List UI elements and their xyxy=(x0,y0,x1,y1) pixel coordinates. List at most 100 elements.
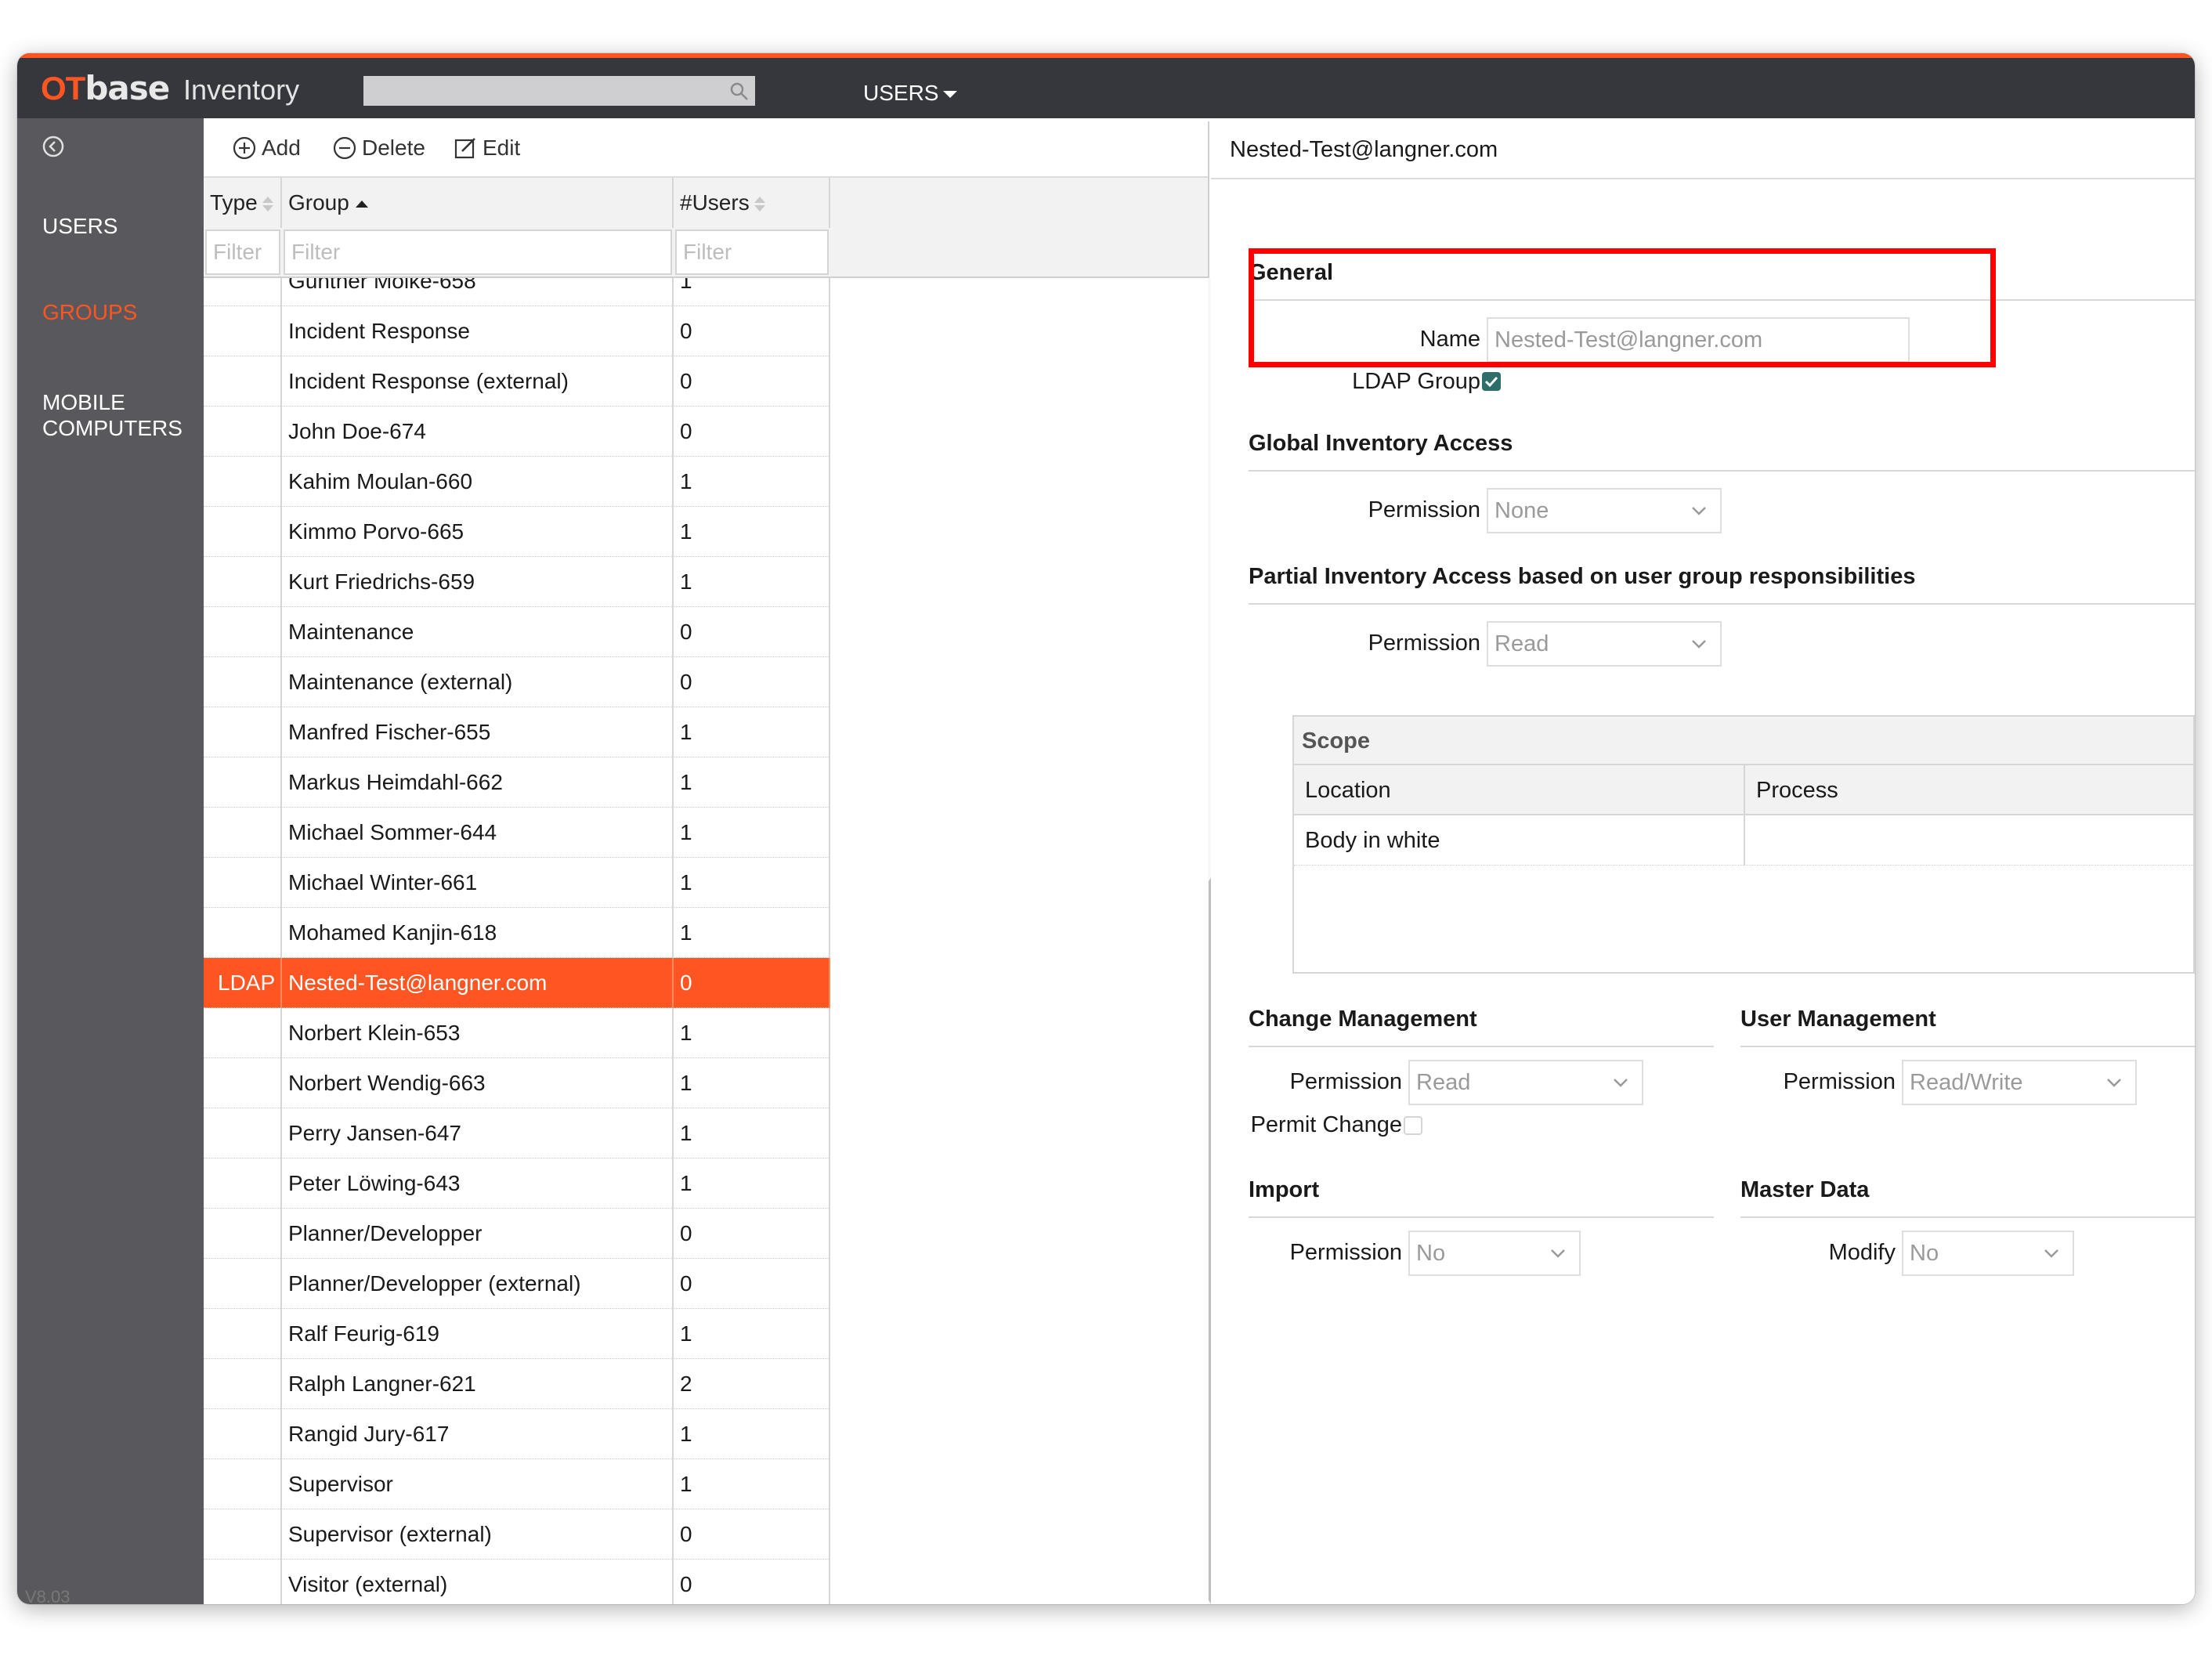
column-header-group[interactable]: Group xyxy=(282,178,674,228)
section-master-data: Master Data xyxy=(1740,1177,1870,1202)
table-row[interactable]: Perry Jansen-647 1 xyxy=(204,1108,830,1158)
table-row[interactable]: Peter Löwing-643 1 xyxy=(204,1158,830,1209)
user-mgmt-permission-label: Permission xyxy=(1783,1069,1896,1094)
chevron-down-icon xyxy=(2107,1079,2121,1087)
master-data-modify-label: Modify xyxy=(1828,1240,1896,1265)
chevron-down-icon xyxy=(1551,1249,1565,1258)
scope-row[interactable]: Body in white xyxy=(1294,815,2195,866)
table-row[interactable]: Planner/Developper 0 xyxy=(204,1209,830,1259)
permit-change-checkbox[interactable] xyxy=(1404,1116,1422,1135)
group-rows: Günther Molke-658 1 Incident Response 0 In… xyxy=(204,278,830,1604)
sort-ascending-icon xyxy=(355,201,368,208)
sidebar-item-mobile-computers[interactable]: MOBILE COMPUTERS xyxy=(42,389,183,441)
table-row[interactable]: Manfred Fischer-655 1 xyxy=(204,707,830,757)
chevron-down-icon xyxy=(1692,507,1706,515)
sidebar-item-groups[interactable]: GROUPS xyxy=(42,299,137,325)
section-user-management: User Management xyxy=(1740,1007,1936,1032)
permit-change-label: Permit Change xyxy=(1250,1112,1402,1137)
top-bar: OTbase Inventory USERS xyxy=(17,53,2195,118)
ldap-group-checkbox[interactable] xyxy=(1482,372,1501,391)
section-import: Import xyxy=(1249,1177,1320,1202)
global-permission-select[interactable]: None xyxy=(1487,488,1722,533)
table-row[interactable]: Visitor (external) 0 xyxy=(204,1560,830,1604)
import-permission-select[interactable]: No xyxy=(1408,1231,1581,1276)
collapse-sidebar-icon[interactable] xyxy=(41,134,66,159)
table-row[interactable]: Ralph Langner-621 2 xyxy=(204,1359,830,1409)
section-global-inventory-access: Global Inventory Access xyxy=(1249,431,1513,456)
plus-circle-icon xyxy=(233,136,256,160)
edit-button[interactable]: Edit xyxy=(453,136,520,161)
chevron-down-icon xyxy=(1614,1079,1628,1087)
sort-icon xyxy=(262,196,273,212)
divider xyxy=(1740,1046,2195,1047)
edit-icon xyxy=(454,138,475,159)
filter-type-input[interactable] xyxy=(205,230,280,275)
delete-button[interactable]: Delete xyxy=(332,136,425,161)
divider xyxy=(1249,470,2195,472)
table-row[interactable]: Günther Molke-658 1 xyxy=(204,278,830,306)
filter-group-input[interactable] xyxy=(284,230,672,275)
search-icon[interactable] xyxy=(728,81,750,103)
sort-icon xyxy=(754,196,765,212)
minus-circle-icon xyxy=(333,136,356,160)
column-header-type[interactable]: Type xyxy=(204,178,282,228)
divider xyxy=(1249,603,2195,605)
chevron-down-icon xyxy=(2044,1249,2058,1258)
table-row[interactable]: Incident Response 0 xyxy=(204,306,830,356)
change-permission-select[interactable]: Read xyxy=(1408,1060,1643,1105)
partial-permission-label: Permission xyxy=(1368,631,1480,656)
table-row[interactable]: Incident Response (external) 0 xyxy=(204,356,830,407)
divider xyxy=(1740,1216,2195,1218)
table-row[interactable]: Norbert Wendig-663 1 xyxy=(204,1058,830,1108)
table-row[interactable]: Markus Heimdahl-662 1 xyxy=(204,757,830,808)
table-row[interactable]: Supervisor (external) 0 xyxy=(204,1509,830,1560)
filter-users-input[interactable] xyxy=(675,230,829,275)
divider xyxy=(1249,1046,1714,1047)
users-menu[interactable]: USERS xyxy=(863,81,958,106)
table-row[interactable]: Michael Winter-661 1 xyxy=(204,858,830,908)
table-row[interactable]: Ralf Feurig-619 1 xyxy=(204,1309,830,1359)
app-title: Inventory xyxy=(183,74,300,106)
section-partial-inventory-access: Partial Inventory Access based on user g… xyxy=(1249,564,1916,589)
table-row[interactable]: John Doe-674 0 xyxy=(204,407,830,457)
version-label: V8.03 xyxy=(25,1587,70,1604)
table-row[interactable]: Planner/Developper (external) 0 xyxy=(204,1259,830,1309)
table-row[interactable]: Mohamed Kanjin-618 1 xyxy=(204,908,830,958)
table-row[interactable]: Rangid Jury-617 1 xyxy=(204,1409,830,1459)
table-row-selected[interactable]: LDAP Nested-Test@langner.com 0 xyxy=(204,958,830,1008)
column-header-users[interactable]: #Users xyxy=(674,178,830,228)
sidebar-item-users[interactable]: USERS xyxy=(42,213,117,239)
table-row[interactable]: Maintenance (external) 0 xyxy=(204,657,830,707)
scope-column-location[interactable]: Location xyxy=(1294,765,1745,815)
checkmark-icon xyxy=(1484,376,1498,388)
divider xyxy=(1211,178,2195,179)
table-row[interactable]: Maintenance 0 xyxy=(204,607,830,657)
chevron-down-icon xyxy=(1692,640,1706,649)
caret-down-icon xyxy=(943,91,958,99)
table-row[interactable]: Kahim Moulan-660 1 xyxy=(204,457,830,507)
table-row[interactable]: Kimmo Porvo-665 1 xyxy=(204,507,830,557)
add-button[interactable]: Add xyxy=(232,136,301,161)
scope-column-process[interactable]: Process xyxy=(1745,765,2195,815)
scope-columns: Location Process D xyxy=(1294,765,2195,815)
table-row[interactable]: Michael Sommer-644 1 xyxy=(204,808,830,858)
global-permission-label: Permission xyxy=(1368,497,1480,522)
change-permission-label: Permission xyxy=(1289,1069,1402,1094)
user-mgmt-permission-select[interactable]: Read/Write xyxy=(1902,1060,2137,1105)
grid-header-empty xyxy=(830,178,1208,278)
divider xyxy=(1249,1216,1714,1218)
table-row[interactable]: Supervisor 1 xyxy=(204,1459,830,1509)
partial-permission-select[interactable]: Read xyxy=(1487,621,1722,667)
section-change-management: Change Management xyxy=(1249,1007,1477,1032)
scope-table: Scope Location Process D Body in white xyxy=(1292,715,2195,974)
scope-heading: Scope xyxy=(1294,717,2193,765)
group-list-panel: Add Delete Edit Type Group #Users Günthe… xyxy=(204,121,1222,1604)
highlight-box xyxy=(1249,248,1996,367)
search-input[interactable] xyxy=(363,76,755,106)
table-row[interactable]: Norbert Klein-653 1 xyxy=(204,1008,830,1058)
table-row[interactable]: Kurt Friedrichs-659 1 xyxy=(204,557,830,607)
sidebar: USERS GROUPS MOBILE COMPUTERS V8.03 xyxy=(17,118,204,1604)
ldap-group-label: LDAP Group xyxy=(1352,369,1480,394)
logo: OTbase xyxy=(41,69,170,107)
master-data-modify-select[interactable]: No xyxy=(1902,1231,2074,1276)
